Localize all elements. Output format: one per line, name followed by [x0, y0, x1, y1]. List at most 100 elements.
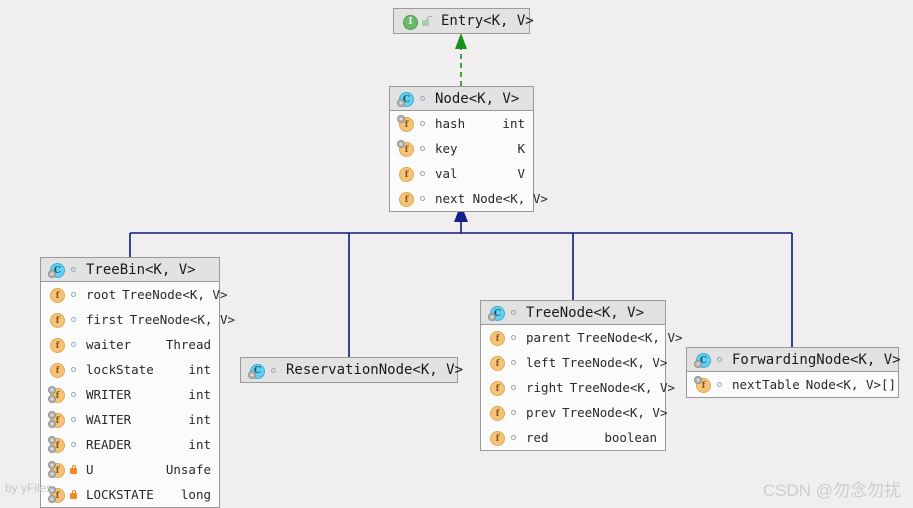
- class-name-reservationnode: ReservationNode<K, V>: [286, 362, 464, 378]
- uml-class-node[interactable]: C Node<K, V> f hash int f key K f val V: [389, 86, 548, 212]
- field-icon: f: [489, 380, 505, 396]
- field-static-icon: f: [48, 386, 65, 403]
- field-row[interactable]: f LOCKSTATE long: [41, 482, 219, 507]
- interface-icon: I: [402, 14, 418, 30]
- field-name: right: [526, 380, 564, 395]
- realization-node-to-entry: [455, 33, 467, 86]
- field-list-node: f hash int f key K f val V f next Node<K…: [390, 111, 548, 211]
- uml-class-entry[interactable]: I Entry<K, V>: [393, 8, 534, 34]
- field-list-treebin: f root TreeNode<K, V> f first TreeNode<K…: [41, 282, 235, 507]
- visibility-public-icon: [509, 357, 520, 368]
- field-list-forwardingnode: f nextTable Node<K, V>[]: [687, 372, 898, 397]
- field-name: parent: [526, 330, 572, 345]
- private-lock-icon: [69, 464, 80, 475]
- field-list-treenode: f parent TreeNode<K, V> f left TreeNode<…: [481, 325, 683, 450]
- field-name: WRITER: [86, 387, 132, 402]
- class-icon: C: [694, 352, 711, 368]
- visibility-public-icon: [509, 407, 520, 418]
- field-row[interactable]: f red boolean: [481, 425, 665, 450]
- field-row[interactable]: f left TreeNode<K, V>: [481, 350, 668, 375]
- field-static-icon: f: [48, 436, 65, 453]
- field-type: V: [517, 166, 525, 181]
- uml-class-treenode[interactable]: C TreeNode<K, V> f parent TreeNode<K, V>…: [480, 300, 683, 451]
- visibility-public-icon: [69, 439, 80, 450]
- field-icon: f: [489, 330, 505, 346]
- field-type: TreeNode<K, V>: [562, 355, 668, 370]
- field-row[interactable]: f right TreeNode<K, V>: [481, 375, 675, 400]
- field-type: int: [188, 437, 211, 452]
- visibility-public-icon: [69, 364, 80, 375]
- field-type: Node<K, V>[]: [805, 377, 897, 392]
- class-icon: C: [48, 262, 65, 278]
- class-header-reservationnode: C ReservationNode<K, V>: [241, 358, 463, 382]
- field-row[interactable]: f nextTable Node<K, V>[]: [687, 372, 898, 397]
- uml-class-treebin[interactable]: C TreeBin<K, V> f root TreeNode<K, V> f …: [40, 257, 235, 508]
- uml-class-reservationnode[interactable]: C ReservationNode<K, V>: [240, 357, 463, 383]
- visibility-public-icon: [69, 389, 80, 400]
- field-row[interactable]: f waiter Thread: [41, 332, 219, 357]
- field-name: READER: [86, 437, 132, 452]
- field-name: val: [435, 166, 458, 181]
- class-icon: C: [397, 91, 414, 107]
- field-type: long: [180, 487, 211, 502]
- visibility-public-icon: [418, 143, 429, 154]
- field-row[interactable]: f lockState int: [41, 357, 219, 382]
- class-icon: C: [488, 305, 505, 321]
- field-icon: f: [49, 312, 65, 328]
- field-name: WAITER: [86, 412, 132, 427]
- yfiles-watermark: by yFiles: [5, 481, 53, 495]
- field-row[interactable]: f WRITER int: [41, 382, 219, 407]
- visibility-public-icon: [69, 414, 80, 425]
- field-final-icon: f: [397, 115, 414, 132]
- visibility-public-icon: [509, 307, 520, 318]
- field-name: waiter: [86, 337, 132, 352]
- class-header-node: C Node<K, V>: [390, 87, 533, 111]
- diagram-canvas: I Entry<K, V> C Node<K, V> f hash int f …: [0, 0, 913, 508]
- class-name-forwardingnode: ForwardingNode<K, V>: [732, 351, 901, 368]
- class-header-treenode: C TreeNode<K, V>: [481, 301, 665, 325]
- visibility-public-icon: [418, 168, 429, 179]
- field-type: int: [188, 387, 211, 402]
- field-type: TreeNode<K, V>: [569, 380, 675, 395]
- visibility-public-icon: [418, 193, 429, 204]
- field-row[interactable]: f parent TreeNode<K, V>: [481, 325, 683, 350]
- field-static-icon: f: [48, 461, 65, 478]
- field-row[interactable]: f key K: [390, 136, 533, 161]
- field-icon: f: [489, 355, 505, 371]
- visibility-public-icon: [69, 339, 80, 350]
- field-type: TreeNode<K, V>: [122, 287, 228, 302]
- visibility-public-icon: [509, 432, 520, 443]
- visibility-public-icon: [509, 332, 520, 343]
- visibility-public-icon: [509, 382, 520, 393]
- visibility-public-icon: [69, 314, 80, 325]
- field-row[interactable]: f next Node<K, V>: [390, 186, 548, 211]
- private-lock-icon: [69, 489, 80, 500]
- field-name: LOCKSTATE: [86, 487, 154, 502]
- field-row[interactable]: f U Unsafe: [41, 457, 219, 482]
- visibility-public-icon: [69, 264, 80, 275]
- class-name-node: Node<K, V>: [435, 90, 520, 107]
- visibility-public-icon: [418, 118, 429, 129]
- field-static-icon: f: [48, 411, 65, 428]
- visibility-public-icon: [715, 379, 726, 390]
- field-row[interactable]: f root TreeNode<K, V>: [41, 282, 227, 307]
- class-header-forwardingnode: C ForwardingNode<K, V>: [687, 348, 901, 372]
- field-row[interactable]: f prev TreeNode<K, V>: [481, 400, 667, 425]
- field-name: root: [86, 287, 117, 302]
- field-row[interactable]: f first TreeNode<K, V>: [41, 307, 235, 332]
- field-row[interactable]: f hash int: [390, 111, 533, 136]
- visibility-public-icon: [269, 365, 280, 376]
- field-type: boolean: [604, 430, 657, 445]
- field-row[interactable]: f val V: [390, 161, 533, 186]
- field-row[interactable]: f WAITER int: [41, 407, 219, 432]
- field-row[interactable]: f READER int: [41, 432, 219, 457]
- csdn-watermark: CSDN @勿念勿扰: [762, 481, 901, 500]
- field-final-icon: f: [694, 376, 711, 393]
- field-type: TreeNode<K, V>: [577, 330, 683, 345]
- class-header-treebin: C TreeBin<K, V>: [41, 258, 219, 282]
- field-type: int: [188, 412, 211, 427]
- uml-class-forwardingnode[interactable]: C ForwardingNode<K, V> f nextTable Node<…: [686, 347, 901, 398]
- field-name: nextTable: [732, 377, 800, 392]
- class-header-entry: I Entry<K, V>: [394, 9, 534, 33]
- field-name: first: [86, 312, 124, 327]
